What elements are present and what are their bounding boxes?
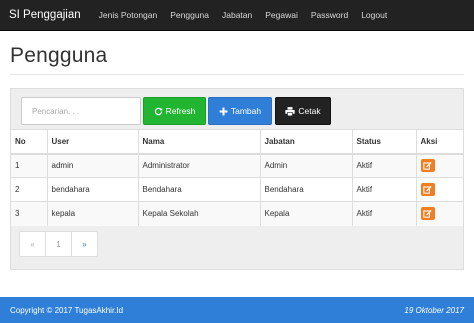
cell-jabatan: Admin bbox=[259, 153, 352, 178]
header-status: Status bbox=[351, 129, 416, 155]
edit-icon bbox=[423, 210, 432, 218]
refresh-label: Refresh bbox=[165, 106, 196, 116]
table-row: 1 admin Administrator Admin Aktif bbox=[11, 153, 463, 178]
pagination-next[interactable]: » bbox=[71, 231, 98, 257]
header-jabatan: Jabatan bbox=[259, 129, 352, 155]
cell-no: 3 bbox=[11, 201, 47, 226]
pagination-page-1[interactable]: 1 bbox=[45, 231, 72, 257]
nav-logout[interactable]: Logout bbox=[361, 10, 387, 20]
nav-pegawai[interactable]: Pegawai bbox=[265, 10, 298, 20]
users-table: No User Nama Jabatan Status Aksi 1 admin… bbox=[11, 129, 463, 226]
print-icon bbox=[285, 106, 296, 116]
cell-jabatan: Kepala bbox=[259, 201, 352, 226]
users-panel: Refresh Tambah Cetak No User Nama Jabata… bbox=[10, 88, 464, 270]
cell-no: 1 bbox=[11, 153, 47, 178]
cell-user: kepala bbox=[46, 201, 138, 226]
edit-button[interactable] bbox=[420, 207, 435, 221]
tambah-button[interactable]: Tambah bbox=[208, 97, 272, 125]
edit-button[interactable] bbox=[420, 159, 435, 173]
cell-status: Aktif bbox=[351, 153, 416, 178]
refresh-button[interactable]: Refresh bbox=[143, 97, 206, 125]
pagination: « 1 » bbox=[19, 231, 98, 257]
table-header-row: No User Nama Jabatan Status Aksi bbox=[11, 129, 463, 155]
cell-aksi bbox=[415, 201, 463, 226]
page-title: Pengguna bbox=[10, 44, 108, 67]
cell-nama: Kepala Sekolah bbox=[137, 201, 260, 226]
header-nama: Nama bbox=[137, 129, 260, 155]
edit-button[interactable] bbox=[420, 183, 435, 196]
footer-copyright: Copyright © 2017 TugasAkhir.Id bbox=[10, 305, 124, 315]
header-divider bbox=[10, 74, 464, 75]
refresh-icon bbox=[154, 107, 162, 115]
cell-user: bendahara bbox=[46, 177, 138, 202]
table-row: 2 bendahara Bendahara Bendahara Aktif bbox=[11, 177, 463, 202]
cell-nama: Administrator bbox=[137, 153, 260, 178]
tambah-label: Tambah bbox=[230, 106, 262, 116]
cell-status: Aktif bbox=[351, 177, 416, 202]
plus-icon bbox=[219, 107, 228, 115]
cell-user: admin bbox=[46, 153, 138, 178]
search-input[interactable] bbox=[21, 97, 141, 125]
footer: Copyright © 2017 TugasAkhir.Id 19 Oktobe… bbox=[0, 297, 474, 323]
table-row: 3 kepala Kepala Sekolah Kepala Aktif bbox=[11, 201, 463, 226]
header-aksi: Aksi bbox=[415, 129, 463, 155]
cell-no: 2 bbox=[11, 177, 47, 202]
cetak-button[interactable]: Cetak bbox=[275, 97, 331, 125]
nav-jabatan[interactable]: Jabatan bbox=[222, 10, 252, 20]
cetak-label: Cetak bbox=[298, 106, 321, 116]
cell-jabatan: Bendahara bbox=[259, 177, 352, 202]
cell-aksi bbox=[415, 177, 463, 202]
footer-date: 19 Oktober 2017 bbox=[404, 305, 464, 315]
pagination-prev[interactable]: « bbox=[19, 231, 46, 257]
nav-pengguna[interactable]: Pengguna bbox=[170, 10, 209, 20]
nav-password[interactable]: Password bbox=[311, 10, 348, 20]
header-no: No bbox=[11, 129, 47, 155]
top-navbar: SI Penggajian Jenis Potongan Pengguna Ja… bbox=[0, 0, 474, 31]
brand-title[interactable]: SI Penggajian bbox=[0, 9, 90, 21]
nav-jenis-potongan[interactable]: Jenis Potongan bbox=[99, 10, 158, 20]
header-user: User bbox=[46, 129, 138, 155]
edit-icon bbox=[423, 162, 432, 170]
cell-nama: Bendahara bbox=[137, 177, 260, 202]
cell-status: Aktif bbox=[351, 201, 416, 226]
edit-icon bbox=[423, 185, 432, 194]
cell-aksi bbox=[415, 153, 463, 178]
